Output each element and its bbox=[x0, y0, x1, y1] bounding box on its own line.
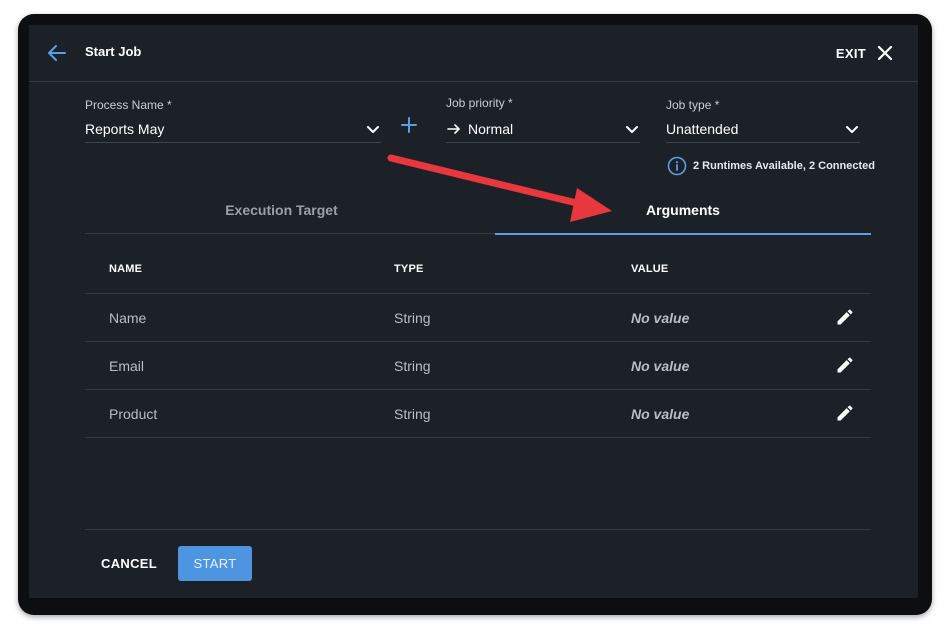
argument-value: No value bbox=[631, 358, 690, 374]
chevron-down-icon bbox=[626, 126, 638, 133]
argument-type: String bbox=[394, 310, 431, 326]
runtime-info: 2 Runtimes Available, 2 Connected bbox=[667, 156, 875, 176]
process-name-label: Process Name * bbox=[85, 98, 172, 112]
column-header-type: TYPE bbox=[394, 263, 424, 275]
chevron-down-icon bbox=[846, 126, 858, 133]
job-priority-label: Job priority * bbox=[446, 96, 513, 110]
tab-execution-target[interactable]: Execution Target bbox=[85, 188, 478, 232]
cancel-button[interactable]: CANCEL bbox=[101, 556, 157, 571]
pencil-icon bbox=[837, 405, 853, 421]
argument-type: String bbox=[394, 406, 431, 422]
process-name-select[interactable]: Reports May bbox=[85, 116, 381, 143]
column-header-value: VALUE bbox=[631, 263, 669, 275]
argument-name: Product bbox=[109, 406, 158, 422]
back-arrow-icon bbox=[48, 45, 66, 61]
page-title: Start Job bbox=[85, 44, 142, 59]
arguments-table: NAME TYPE VALUE Name String No value Ema… bbox=[85, 245, 871, 438]
job-type-label: Job type * bbox=[666, 98, 720, 112]
active-tab-indicator bbox=[495, 233, 871, 235]
edit-argument-button[interactable] bbox=[835, 355, 855, 375]
pencil-icon bbox=[837, 357, 853, 373]
pencil-icon bbox=[837, 309, 853, 325]
job-type-select[interactable]: Unattended bbox=[666, 116, 860, 143]
close-icon bbox=[877, 45, 893, 61]
edit-argument-button[interactable] bbox=[835, 307, 855, 327]
process-name-value: Reports May bbox=[85, 121, 165, 137]
argument-type: String bbox=[394, 358, 431, 374]
argument-name: Name bbox=[109, 310, 147, 326]
argument-value: No value bbox=[631, 406, 690, 422]
process-name-field: Process Name * Reports May bbox=[85, 98, 381, 144]
plus-icon bbox=[401, 117, 417, 133]
job-type-value: Unattended bbox=[666, 121, 739, 137]
exit-label: EXIT bbox=[835, 45, 866, 61]
table-header: NAME TYPE VALUE bbox=[85, 245, 871, 294]
job-priority-field: Job priority * Normal bbox=[446, 96, 640, 144]
info-icon bbox=[667, 156, 687, 176]
table-row: Email String No value bbox=[85, 342, 871, 390]
column-header-name: NAME bbox=[109, 263, 143, 275]
job-priority-select[interactable]: Normal bbox=[446, 116, 640, 143]
argument-name: Email bbox=[109, 358, 145, 374]
job-priority-value: Normal bbox=[468, 121, 514, 137]
footer-divider bbox=[85, 529, 871, 530]
job-type-field: Job type * Unattended bbox=[666, 98, 860, 144]
argument-value: No value bbox=[631, 310, 690, 326]
runtime-info-text: 2 Runtimes Available, 2 Connected bbox=[693, 160, 875, 172]
dialog-header: Start Job EXIT bbox=[29, 25, 918, 82]
start-job-dialog: Start Job EXIT Process Name * Reports Ma… bbox=[29, 25, 918, 598]
table-row: Product String No value bbox=[85, 390, 871, 438]
table-row: Name String No value bbox=[85, 294, 871, 342]
add-process-button[interactable] bbox=[399, 115, 419, 135]
window-frame: Start Job EXIT Process Name * Reports Ma… bbox=[18, 14, 932, 615]
start-button[interactable]: START bbox=[178, 546, 252, 581]
tab-arguments[interactable]: Arguments bbox=[495, 188, 871, 232]
edit-argument-button[interactable] bbox=[835, 403, 855, 423]
exit-button[interactable]: EXIT bbox=[836, 41, 894, 65]
arrow-right-icon bbox=[447, 124, 460, 134]
chevron-down-icon bbox=[367, 126, 379, 133]
tab-bar: Execution Target Arguments bbox=[85, 188, 871, 235]
back-button[interactable] bbox=[45, 41, 69, 65]
